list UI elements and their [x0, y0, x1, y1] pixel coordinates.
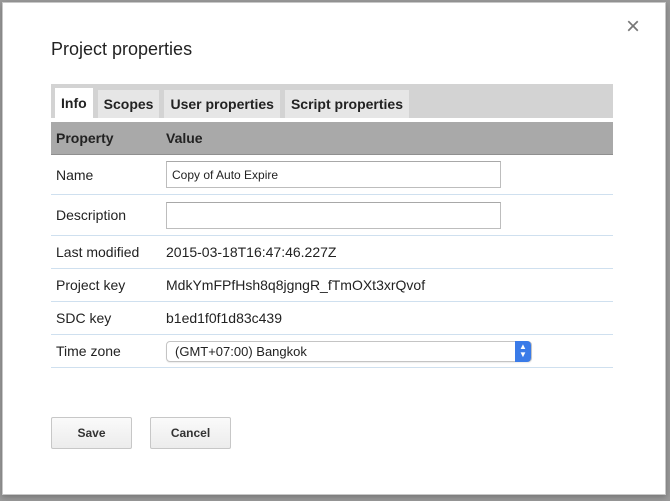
last-modified-value: 2015-03-18T16:47:46.227Z	[166, 244, 337, 260]
table-row: SDC key b1ed1f0f1d83c439	[51, 302, 613, 335]
cancel-button[interactable]: Cancel	[150, 417, 231, 449]
table-header: Property Value	[51, 122, 613, 155]
tab-user-properties[interactable]: User properties	[164, 90, 280, 118]
property-label-last-modified: Last modified	[56, 244, 140, 260]
tab-bar: Info Scopes User properties Script prope…	[51, 84, 613, 118]
property-label-name: Name	[56, 166, 94, 183]
property-label-sdc-key: SDC key	[56, 310, 112, 326]
project-properties-dialog: × Project properties Info Scopes User pr…	[2, 2, 666, 495]
project-key-value: MdkYmFPfHsh8q8jgngR_fTmOXt3xrQvof	[166, 277, 426, 293]
time-zone-selected-value: (GMT+07:00) Bangkok	[175, 343, 307, 359]
properties-table: Property Value Name Description Last mod…	[51, 122, 613, 368]
header-property: Property	[56, 130, 114, 146]
time-zone-select[interactable]: (GMT+07:00) Bangkok ▲ ▼	[166, 340, 532, 362]
property-label-time-zone: Time zone	[56, 343, 121, 359]
tab-scopes[interactable]: Scopes	[97, 90, 160, 118]
table-row: Name	[51, 155, 613, 195]
table-row: Project key MdkYmFPfHsh8q8jgngR_fTmOXt3x…	[51, 269, 613, 302]
name-input[interactable]	[166, 161, 501, 188]
table-row: Last modified 2015-03-18T16:47:46.227Z	[51, 236, 613, 269]
property-label-project-key: Project key	[56, 277, 126, 293]
dialog-title: Project properties	[51, 39, 193, 59]
select-arrows-icon: ▲ ▼	[515, 340, 531, 362]
header-value: Value	[166, 130, 203, 146]
value-cell: (GMT+07:00) Bangkok ▲ ▼	[166, 340, 613, 362]
sdc-key-value: b1ed1f0f1d83c439	[166, 310, 282, 326]
save-button[interactable]: Save	[51, 417, 132, 449]
tab-script-properties[interactable]: Script properties	[284, 90, 409, 118]
value-cell	[166, 201, 613, 229]
value-cell	[166, 161, 613, 188]
property-label-description: Description	[56, 207, 127, 223]
table-row: Time zone (GMT+07:00) Bangkok ▲ ▼	[51, 335, 613, 368]
description-input[interactable]	[166, 201, 501, 229]
close-icon[interactable]: ×	[621, 15, 645, 39]
tab-info[interactable]: Info	[55, 88, 93, 118]
table-row: Description	[51, 195, 613, 236]
